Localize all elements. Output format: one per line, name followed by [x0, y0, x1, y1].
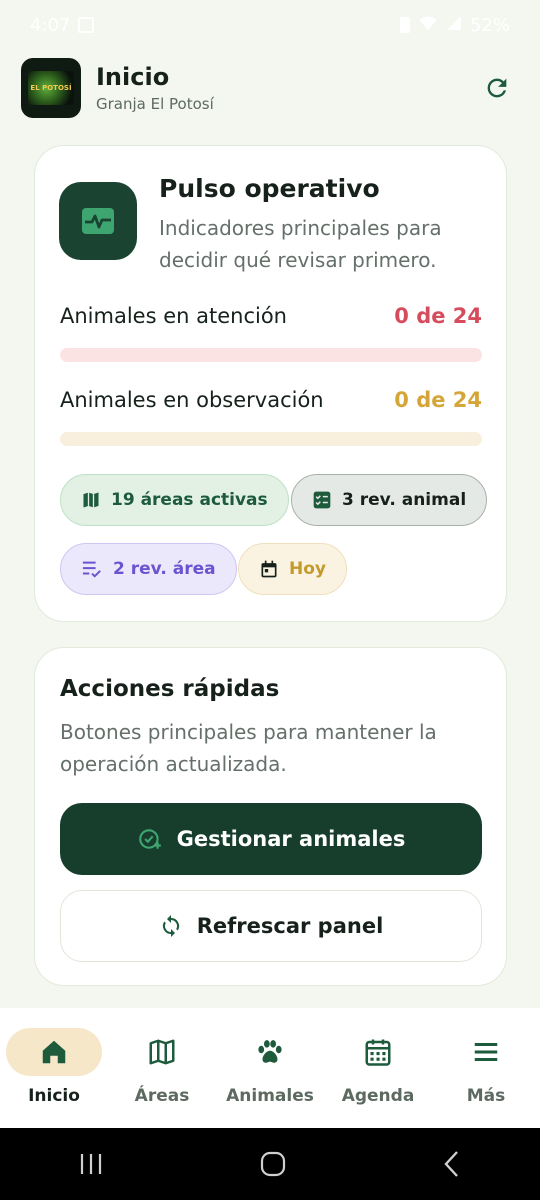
manage-animals-button[interactable]: Gestionar animales — [60, 803, 482, 875]
back-icon[interactable] — [442, 1150, 462, 1178]
metric-value: 0 de 24 — [394, 304, 482, 328]
check-add-icon — [138, 829, 161, 849]
chip-label: Hoy — [289, 559, 326, 579]
quick-actions-title: Acciones rápidas — [60, 676, 280, 702]
chip-label: 3 rev. animal — [342, 490, 467, 510]
nav-item-inicio[interactable]: Inicio — [0, 1028, 108, 1106]
calendar-icon — [261, 560, 277, 578]
manage-animals-label: Gestionar animales — [176, 827, 406, 851]
signal-icon — [446, 15, 462, 36]
nav-item-agenda[interactable]: Agenda — [324, 1028, 432, 1106]
metric-observation: Animales en observación 0 de 24 — [60, 388, 482, 412]
map-icon — [83, 492, 99, 508]
chip-active-areas[interactable]: 19 áreas activas — [60, 474, 289, 526]
farm-logo: EL POTOSÍ — [21, 58, 81, 118]
chip-today[interactable]: Hoy — [238, 543, 347, 595]
metric-label: Animales en observación — [60, 388, 324, 412]
system-navigation-bar — [0, 1128, 540, 1200]
chip-area-reviews[interactable]: 2 rev. área — [60, 543, 237, 595]
menu-icon — [474, 1043, 498, 1061]
calendar-icon — [365, 1039, 391, 1066]
metric-attention: Animales en atención 0 de 24 — [60, 304, 482, 328]
refresh-panel-label: Refrescar panel — [196, 914, 384, 938]
chip-animal-reviews[interactable]: 3 rev. animal — [291, 474, 488, 526]
observation-progress-bar — [60, 432, 482, 446]
sync-icon — [162, 915, 179, 937]
battery-saver-icon — [399, 17, 410, 33]
nav-label: Animales — [226, 1086, 314, 1106]
chip-label: 19 áreas activas — [111, 490, 268, 510]
app-header: EL POTOSÍ Inicio Granja El Potosí — [21, 58, 519, 118]
nav-label: Áreas — [134, 1086, 190, 1106]
nav-item-areas[interactable]: Áreas — [108, 1028, 216, 1106]
nav-label: Agenda — [341, 1086, 415, 1106]
quick-actions-description: Botones principales para mantener la ope… — [60, 720, 437, 776]
page-title: Inicio — [96, 63, 170, 91]
nav-item-animales[interactable]: Animales — [216, 1028, 324, 1106]
status-bar: 4:07 52% — [0, 0, 540, 50]
refresh-panel-button[interactable]: Refrescar panel — [60, 890, 482, 962]
pulse-card: Pulso operativo Indicadores principales … — [34, 145, 507, 622]
pulse-description: Indicadores principales para decidir qué… — [159, 216, 442, 272]
nav-label: Más — [466, 1086, 506, 1106]
battery-level: 52% — [469, 14, 510, 36]
gallery-notification-icon — [78, 17, 95, 33]
home-button-icon[interactable] — [260, 1151, 286, 1177]
nav-item-mas[interactable]: Más — [432, 1028, 540, 1106]
quick-actions-card: Acciones rápidas Botones principales par… — [34, 647, 507, 986]
metric-label: Animales en atención — [60, 304, 287, 328]
bottom-navigation: Inicio Áreas Animales Agenda Más — [0, 1008, 540, 1128]
checklist-icon — [313, 491, 331, 509]
home-icon — [42, 1040, 66, 1064]
status-time: 4:07 — [30, 14, 71, 36]
logo-text: EL POTOSÍ — [30, 84, 72, 92]
refresh-button[interactable] — [475, 66, 519, 110]
metric-value: 0 de 24 — [394, 388, 482, 412]
list-check-icon — [82, 561, 101, 578]
monitor-heartbeat-icon — [59, 182, 137, 260]
recent-apps-icon[interactable] — [78, 1152, 104, 1176]
refresh-icon — [487, 78, 507, 98]
wifi-icon — [418, 15, 438, 36]
chip-label: 2 rev. área — [113, 559, 216, 579]
pulse-title: Pulso operativo — [159, 174, 380, 203]
nav-label: Inicio — [28, 1086, 80, 1106]
paw-icon — [258, 1040, 282, 1063]
attention-progress-bar — [60, 348, 482, 362]
farm-name: Granja El Potosí — [96, 95, 214, 113]
map-icon — [149, 1039, 175, 1065]
